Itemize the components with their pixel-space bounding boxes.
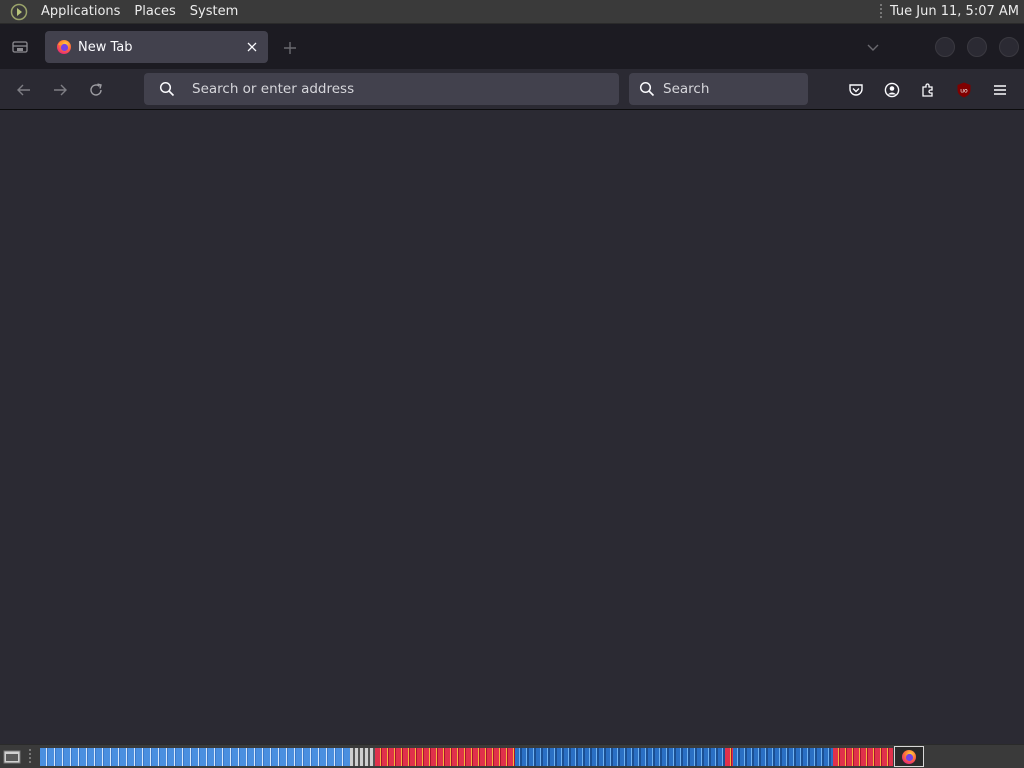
firefox-task-buttons[interactable] <box>375 748 515 766</box>
ublock-icon[interactable]: uo <box>951 77 977 103</box>
account-icon[interactable] <box>879 77 905 103</box>
window-list[interactable] <box>40 748 893 766</box>
bottom-panel <box>0 744 1024 768</box>
firefox-view-icon[interactable] <box>0 24 40 69</box>
url-input[interactable] <box>190 80 619 98</box>
tab-strip: New Tab <box>0 24 1024 69</box>
back-arrow-icon[interactable] <box>11 77 37 103</box>
tab-title: New Tab <box>78 39 133 55</box>
firefox-icon <box>56 39 72 55</box>
minimize-button[interactable] <box>935 37 955 57</box>
file-manager-task-buttons[interactable] <box>40 748 350 766</box>
pocket-icon[interactable] <box>843 77 869 103</box>
search-bar[interactable] <box>629 73 836 105</box>
url-bar[interactable] <box>144 73 619 105</box>
terminal-task-buttons[interactable] <box>733 748 833 766</box>
firefox-task-buttons[interactable] <box>833 748 893 766</box>
maximize-button[interactable] <box>967 37 987 57</box>
show-desktop-icon[interactable] <box>2 748 22 766</box>
page-content[interactable] <box>0 110 1024 744</box>
active-firefox-task-button[interactable] <box>894 746 924 767</box>
menu-system[interactable]: System <box>183 0 245 24</box>
search-icon <box>159 81 175 97</box>
distro-logo-icon[interactable] <box>9 2 29 22</box>
clock[interactable]: Tue Jun 11, 5:07 AM <box>890 4 1024 19</box>
reload-icon[interactable] <box>83 77 109 103</box>
search-icon <box>639 81 655 97</box>
nav-bar: uo <box>0 69 1024 110</box>
new-tab-plus-icon[interactable] <box>279 37 301 59</box>
svg-text:uo: uo <box>960 88 968 95</box>
window-close-button[interactable] <box>999 37 1019 57</box>
misc-task-buttons[interactable] <box>350 748 375 766</box>
menu-applications[interactable]: Applications <box>34 0 127 24</box>
terminal-task-buttons[interactable] <box>515 748 725 766</box>
firefox-task-buttons[interactable] <box>725 748 733 766</box>
puzzle-icon[interactable] <box>915 77 941 103</box>
forward-arrow-icon[interactable] <box>47 77 73 103</box>
panel-separator <box>879 3 882 20</box>
hamburger-menu-icon[interactable] <box>987 77 1013 103</box>
tab-new-tab[interactable]: New Tab <box>45 31 268 63</box>
search-input[interactable] <box>661 80 836 98</box>
top-panel: Applications Places System Tue Jun 11, 5… <box>0 0 1024 24</box>
menu-places[interactable]: Places <box>127 0 182 24</box>
close-tab-icon[interactable] <box>240 35 264 59</box>
list-all-tabs-chevron-icon[interactable] <box>862 37 884 59</box>
panel-separator <box>29 749 31 765</box>
